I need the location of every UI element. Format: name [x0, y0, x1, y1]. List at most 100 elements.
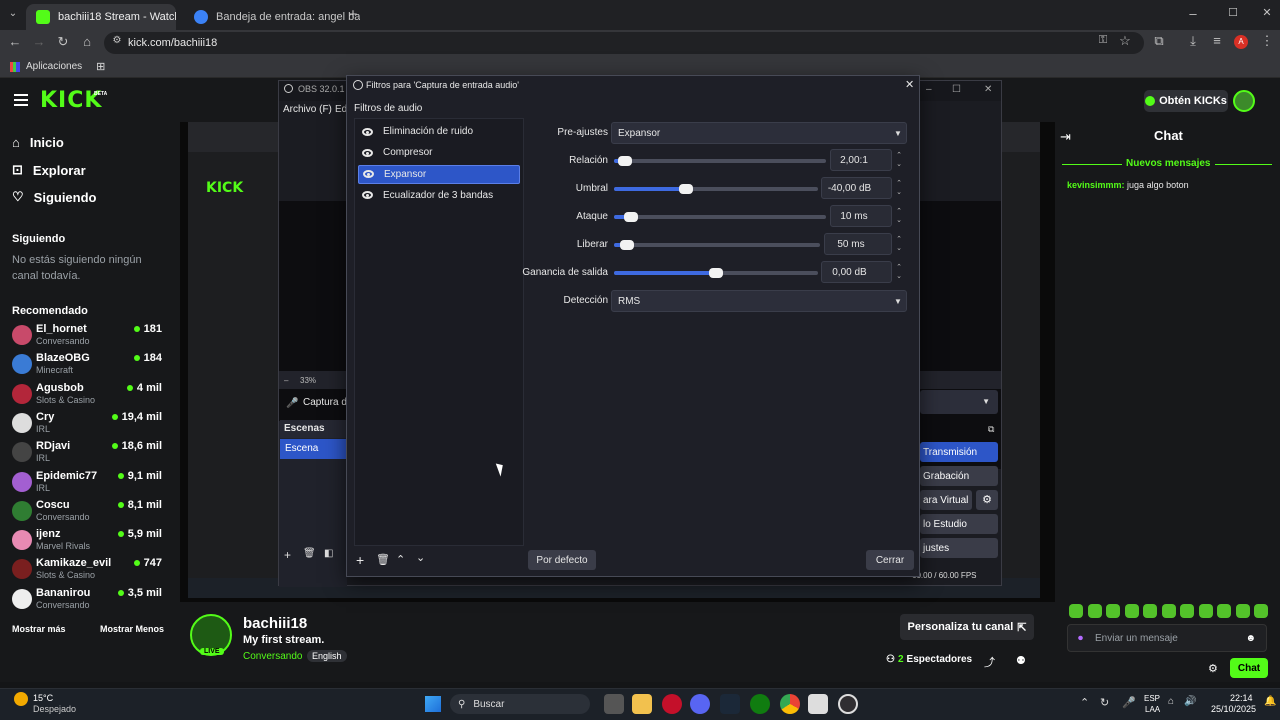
- obs-control-button[interactable]: Transmisión: [920, 442, 998, 462]
- hamburger-menu-icon[interactable]: [14, 94, 28, 106]
- opera-icon[interactable]: [662, 694, 682, 714]
- send-chat-button[interactable]: Chat: [1230, 658, 1268, 678]
- nav-following[interactable]: ♡ Siguiendo: [12, 189, 97, 205]
- attack-slider[interactable]: [614, 212, 826, 222]
- output-gain-slider[interactable]: [614, 268, 818, 278]
- browser-tab-mail[interactable]: Bandeja de entrada: angel bac ✕: [184, 4, 360, 30]
- show-less-link[interactable]: Mostrar Menos: [100, 624, 164, 634]
- obs-control-button[interactable]: ara Virtual: [920, 490, 972, 510]
- collapse-chat-icon[interactable]: ⇥: [1060, 129, 1071, 145]
- forward-icon[interactable]: →: [30, 34, 48, 49]
- recommended-channel[interactable]: BlazeOBG Minecraft 184: [12, 352, 162, 380]
- emote-icon[interactable]: [1087, 604, 1102, 618]
- move-down-icon[interactable]: ⌄: [416, 551, 425, 564]
- filter-item[interactable]: Expansor: [358, 164, 520, 184]
- emote-icon[interactable]: [1198, 604, 1213, 618]
- visibility-eye-icon[interactable]: [362, 191, 373, 200]
- recommended-channel[interactable]: Agusbob Slots & Casino 4 mil: [12, 382, 162, 410]
- weather-moon-icon[interactable]: [14, 692, 28, 706]
- slider-handle[interactable]: [623, 212, 638, 222]
- new-messages-label[interactable]: Nuevos mensajes: [1122, 158, 1215, 169]
- discord-icon[interactable]: [690, 694, 710, 714]
- zoom-out-icon[interactable]: –: [284, 376, 288, 385]
- taskbar-search[interactable]: ⚲ Buscar: [450, 694, 590, 714]
- threshold-spinbox[interactable]: -40,00 dB: [821, 177, 892, 199]
- back-icon[interactable]: ←: [6, 34, 24, 49]
- reload-icon[interactable]: ↻: [54, 34, 72, 50]
- obs-minimize-button[interactable]: –: [926, 84, 932, 95]
- follow-user-icon[interactable]: ⚉: [1016, 654, 1026, 667]
- defaults-button[interactable]: Por defecto: [528, 550, 596, 570]
- slider-handle[interactable]: [678, 184, 693, 194]
- menu-dots-icon[interactable]: ⋮: [1258, 33, 1276, 49]
- weather-temp[interactable]: 15°C: [33, 693, 53, 703]
- extensions-icon[interactable]: ⧉: [1150, 33, 1168, 49]
- remove-filter-icon[interactable]: 🗑: [376, 553, 390, 566]
- chrome-icon[interactable]: [780, 694, 800, 714]
- virtual-cam-settings-gear-icon[interactable]: ⚙: [976, 490, 998, 510]
- preset-select[interactable]: Expansor ▼: [611, 122, 907, 144]
- controls-dock-icon[interactable]: ⧉: [988, 424, 994, 435]
- mic-icon[interactable]: ⏺: [1078, 633, 1083, 644]
- release-stepper[interactable]: ⌃ ⌄: [893, 233, 905, 255]
- volume-icon[interactable]: 🔊: [1184, 696, 1196, 707]
- notifications-icon[interactable]: 🔔: [1264, 696, 1276, 707]
- download-icon[interactable]: ⤓: [1184, 33, 1202, 49]
- emoji-icon[interactable]: ☻: [1245, 633, 1256, 644]
- recommended-channel[interactable]: Cry IRL 19,4 mil: [12, 411, 162, 439]
- visibility-eye-icon[interactable]: [362, 127, 373, 136]
- ratio-spinbox[interactable]: 2,00:1: [830, 149, 892, 171]
- share-icon[interactable]: ⤴: [984, 654, 995, 670]
- emote-icon[interactable]: [1161, 604, 1176, 618]
- filter-item[interactable]: Compresor: [358, 143, 520, 162]
- nav-home[interactable]: ⌂ Inicio: [12, 135, 64, 150]
- user-avatar[interactable]: [1233, 90, 1255, 112]
- obs-maximize-button[interactable]: ☐: [952, 84, 961, 95]
- chat-input[interactable]: ⏺ Enviar un mensaje ☻: [1067, 624, 1267, 652]
- network-icon[interactable]: ⌂: [1168, 696, 1174, 707]
- emote-icon[interactable]: [1254, 604, 1268, 618]
- scene-filters-icon[interactable]: ◧: [324, 548, 333, 559]
- visibility-eye-icon[interactable]: [362, 148, 373, 157]
- threshold-stepper[interactable]: ⌃ ⌄: [893, 177, 905, 199]
- xbox-icon[interactable]: [750, 694, 770, 714]
- release-slider[interactable]: [614, 240, 820, 250]
- customize-channel-button[interactable]: Personaliza tu canal ⇱: [900, 614, 1034, 640]
- obs-control-button[interactable]: lo Estudio: [920, 514, 998, 534]
- close-button[interactable]: Cerrar: [866, 550, 914, 570]
- slider-handle[interactable]: [617, 156, 632, 166]
- home-icon[interactable]: ⌂: [78, 34, 96, 49]
- obs-control-button[interactable]: justes: [920, 538, 998, 558]
- emote-icon[interactable]: [1180, 604, 1194, 618]
- mic-tray-icon[interactable]: 🎤: [1122, 696, 1136, 709]
- chat-settings-gear-icon[interactable]: ⚙: [1208, 662, 1218, 675]
- detection-select[interactable]: RMS ▼: [611, 290, 907, 312]
- channel-name[interactable]: bachiii18: [243, 615, 307, 632]
- remove-scene-icon[interactable]: 🗑: [303, 548, 316, 559]
- steam-icon[interactable]: [720, 694, 740, 714]
- dialog-close-button[interactable]: ✕: [905, 78, 914, 91]
- browser-tab-kick[interactable]: bachiii18 Stream - Watch Live o ✕: [26, 4, 176, 30]
- clock-time[interactable]: 22:14: [1230, 693, 1253, 703]
- obs-dropdown[interactable]: ▼: [920, 390, 998, 414]
- scene-item[interactable]: Escena: [280, 439, 346, 459]
- keyboard-lang[interactable]: ESP: [1144, 694, 1160, 703]
- close-window-button[interactable]: ✕: [1258, 6, 1276, 19]
- recommended-channel[interactable]: Epidemic77 IRL 9,1 mil: [12, 470, 162, 498]
- obs-close-button[interactable]: ✕: [984, 84, 992, 95]
- output-gain-spinbox[interactable]: 0,00 dB: [821, 261, 892, 283]
- bookmark-star-icon[interactable]: ☆: [1116, 33, 1134, 49]
- stream-category[interactable]: Conversando: [243, 651, 302, 662]
- move-up-icon[interactable]: ⌃: [396, 553, 405, 566]
- output-gain-stepper[interactable]: ⌃ ⌄: [893, 261, 905, 283]
- windows-start-icon[interactable]: [425, 696, 441, 712]
- reading-list-icon[interactable]: ≡: [1208, 33, 1226, 48]
- sync-icon[interactable]: ↻: [1100, 696, 1109, 709]
- recommended-channel[interactable]: Bananirou Conversando 3,5 mil: [12, 587, 162, 615]
- emote-icon[interactable]: [1106, 604, 1120, 618]
- threshold-slider[interactable]: [614, 184, 818, 194]
- sticky-app-icon[interactable]: [808, 694, 828, 714]
- release-spinbox[interactable]: 50 ms: [824, 233, 892, 255]
- profile-avatar[interactable]: A: [1234, 35, 1248, 49]
- nav-explore[interactable]: ⊡ Explorar: [12, 162, 86, 178]
